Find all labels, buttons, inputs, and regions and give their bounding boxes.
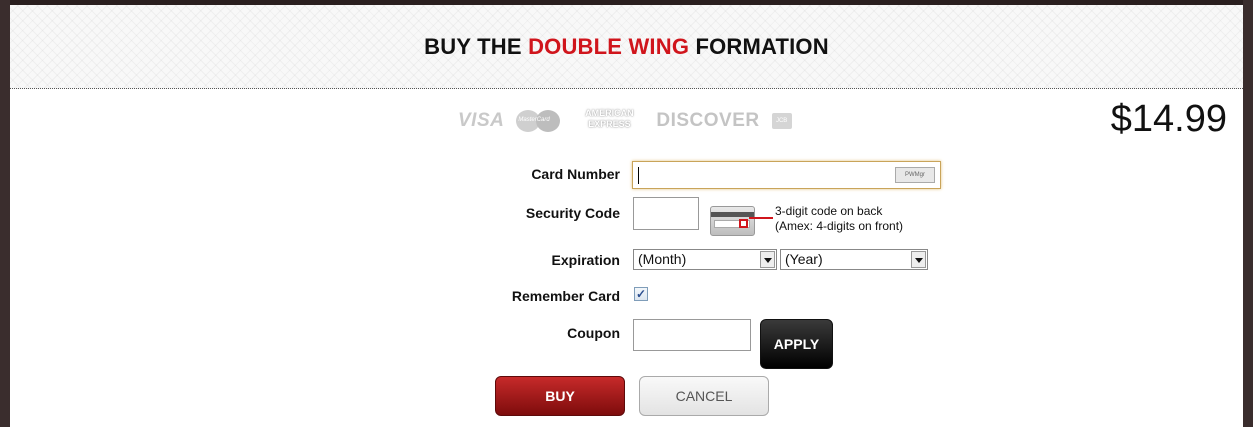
accepted-cards: VISA MasterCard AMERICAN EXPRESS DISCOVE…	[458, 108, 792, 134]
month-selected-value: (Month)	[638, 251, 687, 267]
security-hint-line2: (Amex: 4-digits on front)	[775, 219, 904, 233]
mastercard-logo-text: MasterCard	[518, 117, 550, 123]
page-backdrop-left	[0, 0, 10, 427]
amex-logo-line2: EXPRESS	[588, 119, 631, 129]
apply-coupon-button[interactable]: APPLY	[760, 319, 833, 369]
title-suffix: FORMATION	[689, 33, 829, 59]
password-manager-icon[interactable]: PWMgr	[895, 167, 935, 183]
cvv-pointer-line	[749, 217, 773, 219]
year-selected-value: (Year)	[785, 251, 823, 267]
purchase-dialog: BUY THE DOUBLE WING FORMATION $14.99 VIS…	[10, 5, 1243, 427]
remember-card-checkbox[interactable]: ✓	[634, 287, 648, 301]
title-accent: DOUBLE WING	[528, 33, 690, 59]
cancel-button[interactable]: CANCEL	[639, 376, 769, 416]
card-back-cvv-icon	[710, 206, 755, 236]
expiration-month-select[interactable]: (Month)	[633, 249, 777, 270]
chevron-down-icon[interactable]	[911, 251, 926, 268]
card-number-label: Card Number	[531, 166, 620, 182]
jcb-logo-icon: JCB	[771, 113, 792, 129]
expiration-label: Expiration	[551, 252, 620, 268]
security-code-input[interactable]	[633, 197, 699, 230]
text-cursor	[638, 167, 639, 184]
coupon-input[interactable]	[633, 319, 751, 351]
discover-logo-icon: DISCOVER	[656, 110, 760, 131]
security-code-hint: 3-digit code on back (Amex: 4-digits on …	[775, 204, 903, 234]
title-prefix: BUY THE	[424, 33, 529, 59]
buy-button[interactable]: BUY	[495, 376, 625, 416]
dialog-title: BUY THE DOUBLE WING FORMATION	[424, 34, 829, 60]
amex-logo-line1: AMERICAN	[585, 108, 634, 118]
remember-card-label: Remember Card	[511, 288, 620, 304]
chevron-down-icon[interactable]	[760, 251, 775, 268]
page-backdrop-right	[1243, 0, 1253, 427]
security-hint-line1: 3-digit code on back	[775, 204, 883, 218]
mastercard-logo-icon: MasterCard	[516, 110, 562, 132]
visa-logo-icon: VISA	[458, 110, 505, 131]
security-code-label: Security Code	[525, 205, 620, 221]
dialog-header: BUY THE DOUBLE WING FORMATION	[10, 5, 1243, 89]
coupon-label: Coupon	[567, 325, 620, 341]
amex-logo-icon: AMERICAN EXPRESS	[574, 108, 644, 134]
card-number-input[interactable]: PWMgr	[632, 161, 941, 189]
price-label: $14.99	[1110, 98, 1227, 140]
expiration-year-select[interactable]: (Year)	[780, 249, 928, 270]
